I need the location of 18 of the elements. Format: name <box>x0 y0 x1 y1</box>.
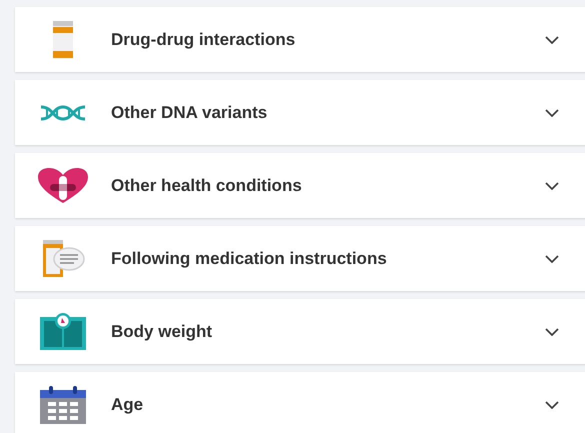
accordion-item[interactable]: Other health conditions <box>15 153 585 218</box>
item-title: Age <box>111 394 144 416</box>
accordion-item[interactable]: Drug-drug interactions <box>15 7 585 72</box>
item-title: Following medication instructions <box>111 248 388 270</box>
scale-icon <box>39 312 87 350</box>
accordion-item[interactable]: Body weight <box>15 299 585 364</box>
item-title: Other DNA variants <box>111 102 268 124</box>
accordion-item[interactable]: Other DNA variants <box>15 80 585 145</box>
pill-bottle-icon <box>52 20 74 58</box>
item-title: Other health conditions <box>111 174 303 197</box>
item-title: Body weight <box>111 320 214 343</box>
item-title: Drug-drug interactions <box>111 28 296 51</box>
bottle-with-note-icon <box>40 240 86 278</box>
accordion-item[interactable]: Age <box>15 372 585 433</box>
calendar-icon <box>39 386 87 424</box>
accordion-item[interactable]: Following medication instructions <box>15 226 585 291</box>
heart-bandage-icon <box>38 168 88 204</box>
dna-icon <box>39 104 87 120</box>
